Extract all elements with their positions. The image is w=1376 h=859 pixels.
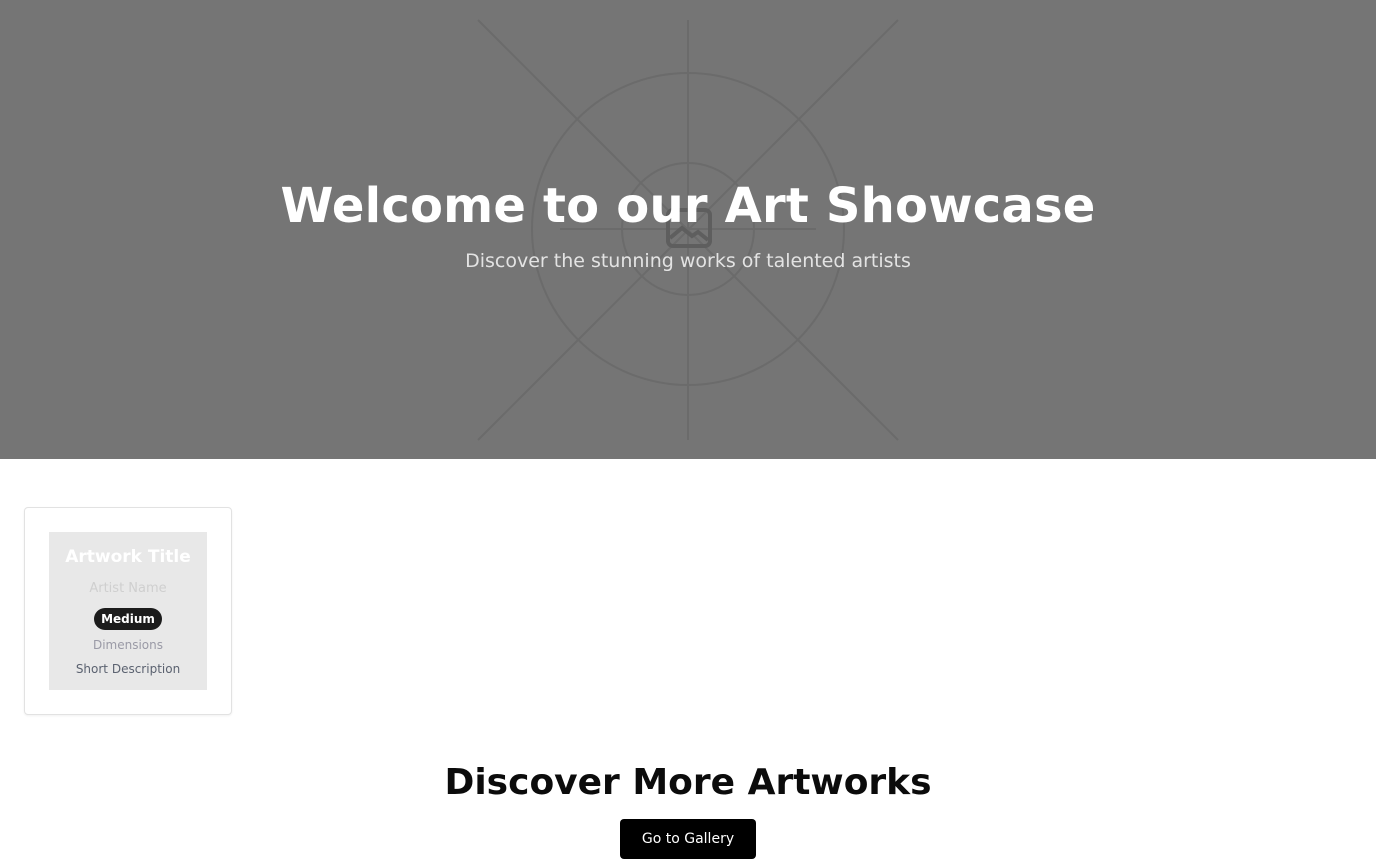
medium-badge: Medium <box>94 608 162 630</box>
artwork-description: Short Description <box>75 662 181 676</box>
artwork-card[interactable]: Artwork Title Artist Name Medium Dimensi… <box>24 507 232 715</box>
artwork-dimensions: Dimensions <box>92 638 164 652</box>
go-to-gallery-button[interactable]: Go to Gallery <box>620 819 756 859</box>
artwork-card-content: Artwork Title Artist Name Medium Dimensi… <box>49 532 207 690</box>
artwork-title: Artwork Title <box>65 547 191 567</box>
discover-heading: Discover More Artworks <box>444 762 932 803</box>
hero-banner: Welcome to our Art Showcase Discover the… <box>0 0 1376 459</box>
hero-title: Welcome to our Art Showcase <box>280 178 1096 234</box>
artist-name: Artist Name <box>89 581 167 596</box>
hero-subtitle: Discover the stunning works of talented … <box>465 250 911 272</box>
